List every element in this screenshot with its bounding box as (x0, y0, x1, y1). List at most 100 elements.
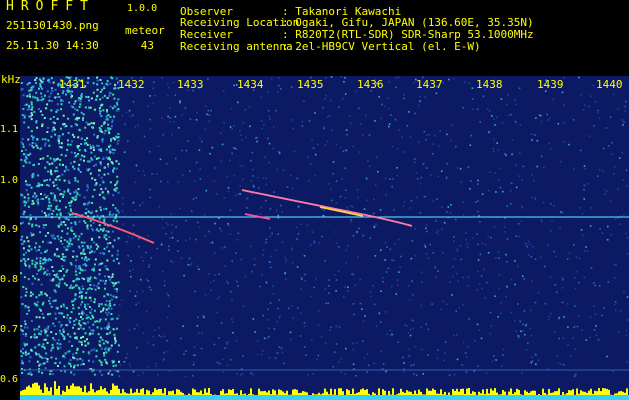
noise-dot-interference (85, 121, 88, 124)
noise-dot-interference (27, 306, 30, 309)
noise-dot (394, 243, 397, 245)
noise-dot (223, 121, 225, 124)
noise-dot-interference (117, 108, 120, 110)
noise-dot-interference (64, 154, 67, 157)
noise-dot (285, 261, 287, 263)
noise-dot-interference (69, 317, 72, 320)
noise-dot-interference (21, 362, 24, 365)
noise-dot-interference (80, 232, 83, 235)
noise-dot-interference (102, 342, 105, 345)
noise-dot-interference (75, 318, 78, 321)
noise-dot-interference (46, 155, 49, 158)
noise-dot (389, 329, 391, 332)
noise-dot-interference (55, 199, 58, 202)
noise-dot (398, 129, 400, 131)
noise-dot (501, 121, 504, 124)
noise-dot (277, 214, 280, 217)
noise-dot (152, 344, 155, 346)
noise-dot-interference (20, 141, 23, 144)
noise-dot-interference (46, 358, 49, 360)
noise-dot (578, 76, 580, 79)
noise-dot-interference (41, 125, 44, 128)
noise-dot-interference (42, 77, 45, 80)
noise-dot (549, 148, 552, 150)
noise-dot (548, 315, 551, 318)
noise-dot-interference (35, 242, 38, 245)
noise-dot (566, 303, 569, 305)
noise-dot-interference (110, 344, 113, 347)
noise-dot-interference (110, 138, 113, 141)
y-axis-unit: kHz (1, 73, 21, 86)
noise-dot (373, 212, 375, 215)
noise-dot-interference (100, 209, 102, 212)
noise-dot-interference (62, 328, 65, 331)
noise-dot-interference (98, 343, 101, 346)
noise-dot (602, 147, 605, 150)
noise-dot-interference (33, 192, 36, 195)
noise-dot-interference (90, 97, 93, 100)
noise-dot (434, 267, 437, 269)
noise-dot (373, 198, 375, 201)
noise-dot-interference (38, 108, 40, 110)
noise-dot (300, 277, 303, 279)
noise-dot-interference (111, 373, 114, 376)
noise-dot-interference (93, 241, 95, 244)
noise-dot (503, 226, 506, 228)
noise-dot-interference (78, 295, 81, 298)
noise-dot (425, 227, 427, 230)
noise-dot (275, 209, 278, 212)
noise-dot (345, 347, 347, 350)
noise-dot-interference (47, 232, 50, 234)
noise-dot-interference (44, 338, 47, 341)
header-panel: HROFFT 1.0.0 2511301430.png 25.11.30 14:… (0, 0, 629, 76)
noise-dot-interference (28, 143, 31, 146)
noise-dot-interference (34, 96, 37, 99)
noise-dot (607, 225, 609, 228)
noise-dot-interference (57, 365, 59, 367)
noise-dot-interference (80, 336, 82, 339)
noise-dot-interference (83, 155, 86, 158)
noise-dot (344, 197, 347, 200)
noise-dot-interference (107, 123, 110, 126)
noise-dot-interference (83, 159, 85, 162)
noise-dot-interference (106, 341, 109, 344)
noise-dot (357, 256, 359, 259)
noise-dot-interference (73, 196, 76, 199)
noise-dot-interference (44, 144, 46, 147)
noise-dot (614, 277, 616, 279)
noise-dot (182, 325, 184, 327)
noise-dot-interference (54, 122, 56, 125)
noise-dot-interference (92, 269, 95, 272)
noise-dot (363, 208, 366, 210)
noise-dot (233, 125, 235, 127)
noise-dot (332, 161, 335, 163)
noise-dot (253, 258, 256, 260)
noise-dot (477, 259, 480, 261)
noise-dot-interference (72, 307, 75, 310)
noise-dot (201, 140, 203, 143)
noise-dot (305, 354, 307, 356)
noise-dot-interference (76, 145, 79, 148)
noise-dot-interference (57, 285, 60, 288)
noise-dot-interference (22, 213, 25, 216)
noise-dot-interference (103, 132, 106, 135)
noise-dot (499, 186, 502, 189)
noise-dot (473, 370, 476, 373)
noise-dot (265, 241, 267, 244)
noise-dot-interference (89, 317, 92, 320)
noise-dot-interference (107, 163, 110, 166)
noise-dot-interference (66, 307, 68, 310)
noise-dot (202, 315, 205, 317)
noise-dot-interference (58, 217, 61, 220)
noise-dot (441, 206, 443, 208)
noise-dot (614, 218, 617, 220)
noise-dot (500, 302, 502, 304)
noise-dot (352, 273, 355, 276)
noise-dot-interference (112, 230, 114, 233)
noise-dot-interference (99, 90, 102, 93)
noise-dot (322, 214, 324, 217)
noise-dot (158, 205, 161, 208)
noise-dot-interference (117, 237, 120, 240)
noise-dot-interference (101, 103, 104, 106)
noise-dot (303, 255, 306, 257)
